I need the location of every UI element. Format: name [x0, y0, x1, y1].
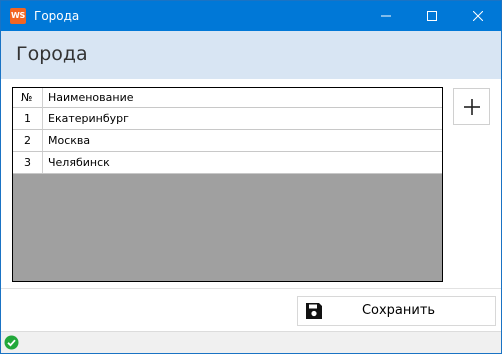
column-header-number[interactable]: № — [13, 88, 43, 108]
title-bar[interactable]: WS Города — [1, 1, 501, 31]
close-button[interactable] — [455, 1, 501, 31]
status-bar — [1, 331, 501, 353]
plus-icon — [463, 98, 480, 115]
header-band: Города — [1, 31, 501, 79]
save-label: Сохранить — [361, 303, 436, 318]
row-name: Москва — [48, 134, 91, 147]
row-number: 3 — [13, 152, 43, 173]
minimize-button[interactable] — [363, 1, 409, 31]
table-header: № Наименование — [13, 88, 442, 108]
row-number: 2 — [13, 130, 43, 151]
check-circle-icon — [4, 335, 19, 350]
row-name: Челябинск — [48, 156, 110, 169]
table-row[interactable]: 1 Екатеринбург — [13, 108, 442, 130]
maximize-button[interactable] — [409, 1, 455, 31]
save-button[interactable]: Сохранить — [297, 296, 496, 326]
window-title: Города — [34, 9, 80, 23]
table-row[interactable]: 3 Челябинск — [13, 152, 442, 174]
page-title: Города — [16, 43, 88, 65]
window: WS Города Города № Наименование 1 Екатер… — [0, 0, 502, 354]
add-button[interactable] — [453, 88, 490, 125]
footer: Сохранить — [1, 289, 501, 331]
app-logo-icon: WS — [10, 8, 26, 24]
cities-table[interactable]: № Наименование 1 Екатеринбург 2 Москва 3… — [12, 87, 443, 282]
content-area: № Наименование 1 Екатеринбург 2 Москва 3… — [1, 79, 501, 287]
row-name: Екатеринбург — [48, 112, 129, 125]
minimize-icon — [381, 15, 391, 17]
column-header-name[interactable]: Наименование — [43, 88, 442, 108]
maximize-icon — [427, 11, 437, 21]
row-number: 1 — [13, 108, 43, 129]
close-icon — [473, 11, 483, 21]
table-row[interactable]: 2 Москва — [13, 130, 442, 152]
